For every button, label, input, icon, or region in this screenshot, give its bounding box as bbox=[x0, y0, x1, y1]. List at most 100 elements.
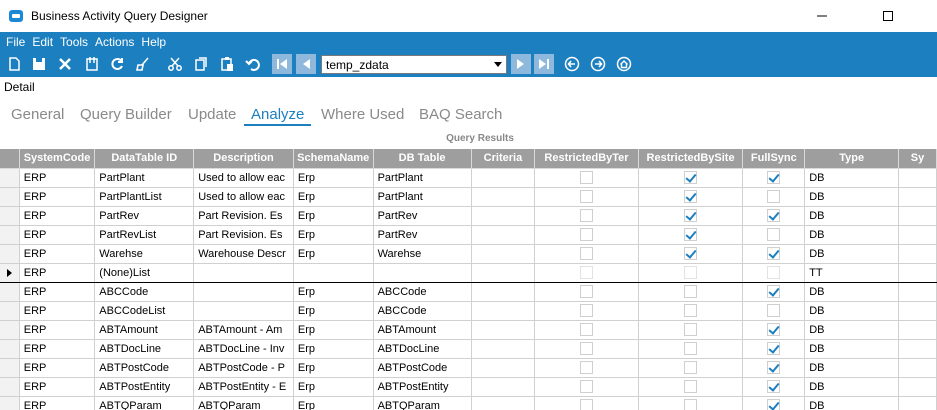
cell-type[interactable]: DB bbox=[804, 187, 900, 207]
row-selector[interactable] bbox=[0, 320, 20, 340]
cell-criteria[interactable] bbox=[471, 206, 536, 226]
table-row[interactable]: ERP PartPlant Used to allow eac Erp PartPlan… bbox=[0, 168, 937, 188]
cell-type[interactable]: DB bbox=[804, 206, 900, 226]
table-row[interactable]: ERP PartPlantList Used to allow eac Erp Part… bbox=[0, 187, 937, 207]
menu-edit[interactable]: Edit bbox=[32, 35, 53, 49]
row-selector[interactable] bbox=[0, 262, 20, 283]
cell-datatable-id[interactable]: ABTDocLine bbox=[94, 339, 195, 359]
cell-db-table[interactable] bbox=[373, 262, 472, 283]
row-selector[interactable] bbox=[0, 282, 20, 302]
tab-query-builder[interactable]: Query Builder bbox=[80, 106, 172, 123]
checkbox[interactable] bbox=[767, 380, 781, 393]
checkbox[interactable] bbox=[684, 171, 698, 184]
delete-button[interactable] bbox=[56, 55, 74, 73]
cell-sy[interactable] bbox=[898, 301, 937, 321]
menu-help[interactable]: Help bbox=[141, 35, 166, 49]
cell-type[interactable]: DB bbox=[804, 377, 900, 397]
cell-systemcode[interactable]: ERP bbox=[19, 301, 96, 321]
checkbox[interactable] bbox=[767, 228, 781, 241]
cell-datatable-id[interactable]: (None)List bbox=[94, 262, 195, 283]
cell-restrictedbysite[interactable] bbox=[638, 225, 744, 245]
cell-fullsync[interactable] bbox=[742, 339, 806, 359]
cell-restrictedbysite[interactable] bbox=[638, 377, 744, 397]
cell-datatable-id[interactable]: PartRev bbox=[94, 206, 195, 226]
row-selector[interactable] bbox=[0, 187, 20, 207]
col-header-schemaname[interactable]: SchemaName bbox=[293, 149, 374, 169]
table-row[interactable]: ERP ABCCode Erp ABCCode DB bbox=[0, 282, 937, 302]
row-selector[interactable] bbox=[0, 358, 20, 378]
cell-restrictedbysite[interactable] bbox=[638, 396, 744, 410]
cell-criteria[interactable] bbox=[471, 396, 536, 410]
maximize-button[interactable] bbox=[865, 0, 911, 32]
checkbox[interactable] bbox=[684, 304, 698, 317]
cell-description[interactable]: ABTDocLine - Inv bbox=[193, 339, 294, 359]
cell-sy[interactable] bbox=[898, 244, 937, 264]
minimize-button[interactable] bbox=[799, 0, 845, 32]
checkbox[interactable] bbox=[684, 399, 698, 410]
cell-restrictedbyter[interactable] bbox=[534, 262, 639, 283]
cell-sy[interactable] bbox=[898, 320, 937, 340]
cell-systemcode[interactable]: ERP bbox=[19, 358, 96, 378]
cell-schemaname[interactable]: Erp bbox=[293, 187, 374, 207]
cell-db-table[interactable]: PartPlant bbox=[373, 168, 472, 188]
cell-description[interactable]: Part Revision. Es bbox=[193, 206, 294, 226]
cell-restrictedbysite[interactable] bbox=[638, 206, 744, 226]
tab-where-used[interactable]: Where Used bbox=[321, 106, 404, 123]
col-header-systemcode[interactable]: SystemCode bbox=[19, 149, 96, 169]
row-selector[interactable] bbox=[0, 339, 20, 359]
cell-fullsync[interactable] bbox=[742, 244, 806, 264]
cell-restrictedbysite[interactable] bbox=[638, 187, 744, 207]
clear-button[interactable] bbox=[134, 55, 152, 73]
checkbox[interactable] bbox=[767, 399, 781, 410]
cell-restrictedbysite[interactable] bbox=[638, 282, 744, 302]
cell-type[interactable]: DB bbox=[804, 320, 900, 340]
cell-restrictedbysite[interactable] bbox=[638, 168, 744, 188]
cell-criteria[interactable] bbox=[471, 358, 536, 378]
menu-actions[interactable]: Actions bbox=[95, 35, 134, 49]
table-row[interactable]: ERP PartRev Part Revision. Es Erp PartRev DB bbox=[0, 206, 937, 226]
checkbox[interactable] bbox=[767, 285, 781, 298]
checkbox[interactable] bbox=[767, 323, 781, 336]
cell-systemcode[interactable]: ERP bbox=[19, 225, 96, 245]
checkbox[interactable] bbox=[684, 285, 698, 298]
cell-systemcode[interactable]: ERP bbox=[19, 262, 96, 283]
row-selector[interactable] bbox=[0, 377, 20, 397]
cell-schemaname[interactable]: Erp bbox=[293, 339, 374, 359]
cell-restrictedbyter[interactable] bbox=[534, 301, 639, 321]
cell-restrictedbysite[interactable] bbox=[638, 339, 744, 359]
cell-datatable-id[interactable]: Warehse bbox=[94, 244, 195, 264]
checkbox[interactable] bbox=[580, 323, 594, 336]
cell-description[interactable] bbox=[193, 262, 294, 283]
cell-db-table[interactable]: ABCCode bbox=[373, 282, 472, 302]
checkbox[interactable] bbox=[767, 190, 781, 203]
cell-systemcode[interactable]: ERP bbox=[19, 187, 96, 207]
cell-schemaname[interactable]: Erp bbox=[293, 282, 374, 302]
save-button[interactable] bbox=[30, 55, 48, 73]
cell-restrictedbyter[interactable] bbox=[534, 168, 639, 188]
cell-fullsync[interactable] bbox=[742, 225, 806, 245]
col-header-restrictedbysite[interactable]: RestrictedBySite bbox=[638, 149, 744, 169]
cell-restrictedbyter[interactable] bbox=[534, 320, 639, 340]
cell-systemcode[interactable]: ERP bbox=[19, 396, 96, 410]
cell-schemaname[interactable]: Erp bbox=[293, 168, 374, 188]
cell-fullsync[interactable] bbox=[742, 187, 806, 207]
cell-restrictedbyter[interactable] bbox=[534, 282, 639, 302]
checkbox[interactable] bbox=[767, 266, 781, 279]
cell-restrictedbysite[interactable] bbox=[638, 301, 744, 321]
cell-restrictedbysite[interactable] bbox=[638, 320, 744, 340]
col-header-type[interactable]: Type bbox=[804, 149, 900, 169]
cell-db-table[interactable]: PartRev bbox=[373, 206, 472, 226]
cell-type[interactable]: DB bbox=[804, 301, 900, 321]
cell-db-table[interactable]: ABTDocLine bbox=[373, 339, 472, 359]
cell-fullsync[interactable] bbox=[742, 320, 806, 340]
cell-systemcode[interactable]: ERP bbox=[19, 206, 96, 226]
table-row[interactable]: ERP ABTQParam ABTQParam Erp ABTQParam DB bbox=[0, 396, 937, 410]
cell-description[interactable]: ABTPostCode - P bbox=[193, 358, 294, 378]
checkbox[interactable] bbox=[767, 171, 781, 184]
cell-sy[interactable] bbox=[898, 187, 937, 207]
cell-criteria[interactable] bbox=[471, 225, 536, 245]
cell-type[interactable]: DB bbox=[804, 396, 900, 410]
previous-record-button[interactable] bbox=[296, 54, 316, 74]
checkbox[interactable] bbox=[684, 361, 698, 374]
cell-type[interactable]: TT bbox=[804, 262, 900, 283]
